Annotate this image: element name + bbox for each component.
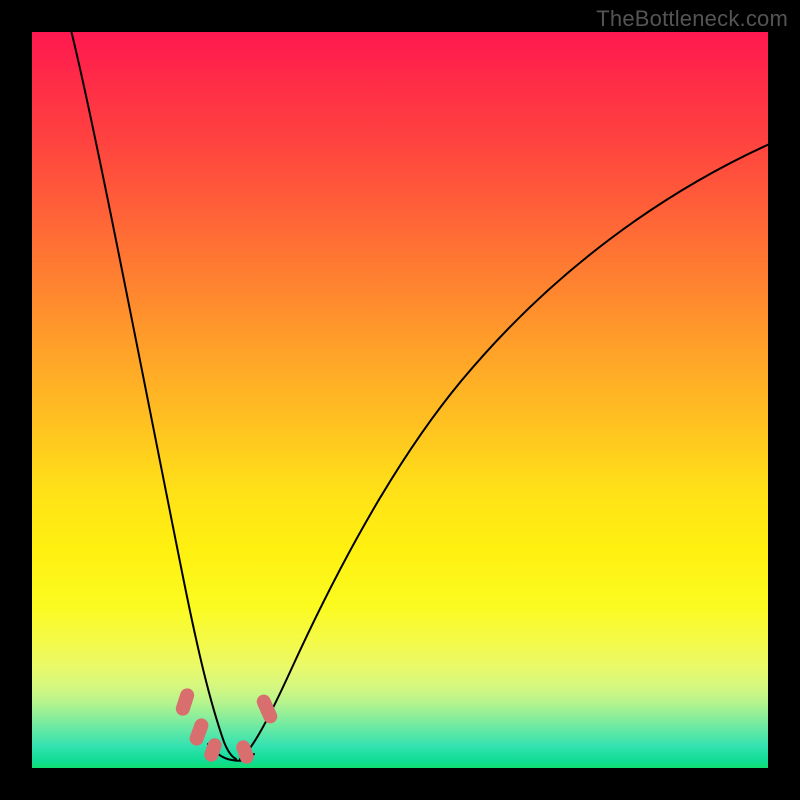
curve-left-branch [70, 26, 236, 759]
marker-1 [174, 687, 196, 718]
curve-right-branch [240, 142, 774, 759]
marker-2 [188, 716, 211, 747]
curves-layer [32, 32, 768, 768]
marker-5 [255, 692, 280, 725]
chart-frame: TheBottleneck.com [0, 0, 800, 800]
watermark-text: TheBottleneck.com [596, 6, 788, 32]
marker-3 [202, 736, 223, 763]
